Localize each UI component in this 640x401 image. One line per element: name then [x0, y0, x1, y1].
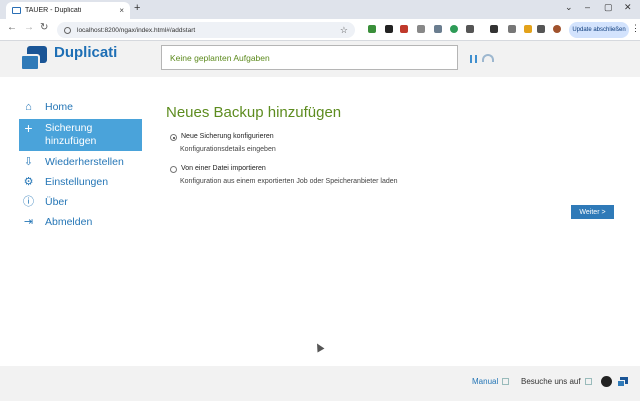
extension-icon[interactable]	[508, 25, 516, 33]
minimize-button[interactable]: –	[585, 2, 590, 12]
close-window-button[interactable]: ✕	[624, 2, 632, 13]
option-new-backup[interactable]: Neue Sicherung konfigurieren	[170, 133, 274, 141]
profile-avatar[interactable]	[553, 25, 561, 33]
mouse-cursor-icon	[313, 341, 325, 353]
sidebar-item-label: Home	[45, 101, 74, 113]
duplicati-small-logo-icon[interactable]	[617, 377, 628, 387]
browser-toolbar: ← → ↻ localhost:8200/ngax/index.html#/ad…	[0, 19, 640, 41]
logo-text[interactable]: Duplicati	[54, 44, 117, 61]
manual-link-label[interactable]: Manual	[472, 377, 498, 386]
option-import-file[interactable]: Von einer Datei importieren	[170, 165, 266, 173]
option-description: Konfiguration aus einem exportierten Job…	[180, 178, 398, 185]
site-info-icon[interactable]	[64, 26, 71, 34]
plus-icon: +	[24, 120, 33, 136]
duplicati-favicon-icon	[12, 7, 21, 14]
extension-icon[interactable]	[368, 25, 376, 33]
back-button[interactable]: ←	[7, 22, 17, 33]
option-label[interactable]: Neue Sicherung konfigurieren	[181, 133, 274, 140]
external-link-icon	[502, 378, 510, 385]
extension-icon[interactable]	[490, 25, 498, 33]
sidebar-nav: ⌂ Home + Sicherung hinzufügen ⇩ Wiederhe…	[19, 99, 142, 231]
tab-close-icon[interactable]: ×	[119, 6, 124, 15]
new-tab-button[interactable]: +	[134, 2, 140, 14]
duplicati-logo-icon[interactable]	[20, 46, 49, 72]
github-icon[interactable]	[601, 376, 612, 387]
visit-us-text: Besuche uns auf	[521, 377, 581, 386]
sidebar-item-add-backup[interactable]: + Sicherung hinzufügen	[19, 119, 142, 151]
url-text[interactable]: localhost:8200/ngax/index.html#/addstart	[77, 27, 340, 34]
sidepanel-icon[interactable]	[537, 25, 545, 33]
pause-icon[interactable]	[470, 55, 477, 63]
sidebar-item-label: Wiederherstellen	[45, 156, 124, 168]
reload-button[interactable]: ↻	[40, 22, 48, 33]
sidebar-item-label: Über	[45, 196, 68, 208]
extension-icon[interactable]	[400, 25, 408, 33]
tab-title: TAUER - Duplicati	[25, 7, 82, 14]
radio-import-file[interactable]	[170, 166, 177, 173]
extension-icon[interactable]	[385, 25, 393, 33]
external-link-icon	[584, 378, 592, 385]
sidebar-item-settings[interactable]: ⚙ Einstellungen	[19, 174, 142, 191]
page-title: Neues Backup hinzufügen	[166, 104, 342, 121]
home-icon: ⌂	[25, 101, 32, 113]
extension-icon[interactable]	[524, 25, 532, 33]
sidebar-item-label: Abmelden	[45, 216, 93, 228]
next-button[interactable]: Weiter >	[571, 205, 614, 219]
manual-link[interactable]: Manual	[472, 377, 510, 386]
sidebar-item-label: Einstellungen	[45, 176, 109, 188]
extension-icon[interactable]	[450, 25, 458, 33]
visit-us-label: Besuche uns auf	[521, 377, 592, 386]
sidebar-item-home[interactable]: ⌂ Home	[19, 99, 142, 116]
tab-search-icon[interactable]: ⌄	[565, 2, 573, 13]
update-button[interactable]: Update abschließen	[569, 22, 629, 38]
address-bar[interactable]: localhost:8200/ngax/index.html#/addstart…	[57, 22, 355, 38]
browser-menu-icon[interactable]: ⋮	[631, 23, 640, 34]
throttle-icon[interactable]	[482, 54, 494, 62]
extension-icon[interactable]	[434, 25, 442, 33]
gear-icon: ⚙	[23, 176, 34, 188]
sidebar-item-about[interactable]: ⓘ Über	[19, 194, 142, 211]
restore-icon: ⇩	[23, 156, 34, 168]
option-label[interactable]: Von einer Datei importieren	[181, 165, 266, 172]
radio-new-backup[interactable]	[170, 134, 177, 141]
forward-button[interactable]: →	[24, 22, 34, 33]
browser-tab[interactable]: TAUER - Duplicati ×	[6, 2, 130, 19]
sidebar-item-logout[interactable]: ⇥ Abmelden	[19, 214, 142, 231]
sidebar-item-label: Sicherung hinzufügen	[45, 122, 97, 147]
footer: Manual Besuche uns auf	[0, 366, 640, 401]
status-box: Keine geplanten Aufgaben	[161, 45, 458, 70]
browser-tabstrip: TAUER - Duplicati × + ⌄ – ▢ ✕	[0, 0, 640, 19]
maximize-button[interactable]: ▢	[604, 2, 613, 13]
extension-icon[interactable]	[417, 25, 425, 33]
option-description: Konfigurationsdetails eingeben	[180, 146, 276, 153]
sidebar-item-restore[interactable]: ⇩ Wiederherstellen	[19, 154, 142, 171]
bookmark-star-icon[interactable]: ☆	[340, 25, 348, 36]
logout-icon: ⇥	[23, 216, 34, 228]
extensions-puzzle-icon[interactable]	[466, 25, 474, 33]
info-icon: ⓘ	[23, 196, 34, 208]
